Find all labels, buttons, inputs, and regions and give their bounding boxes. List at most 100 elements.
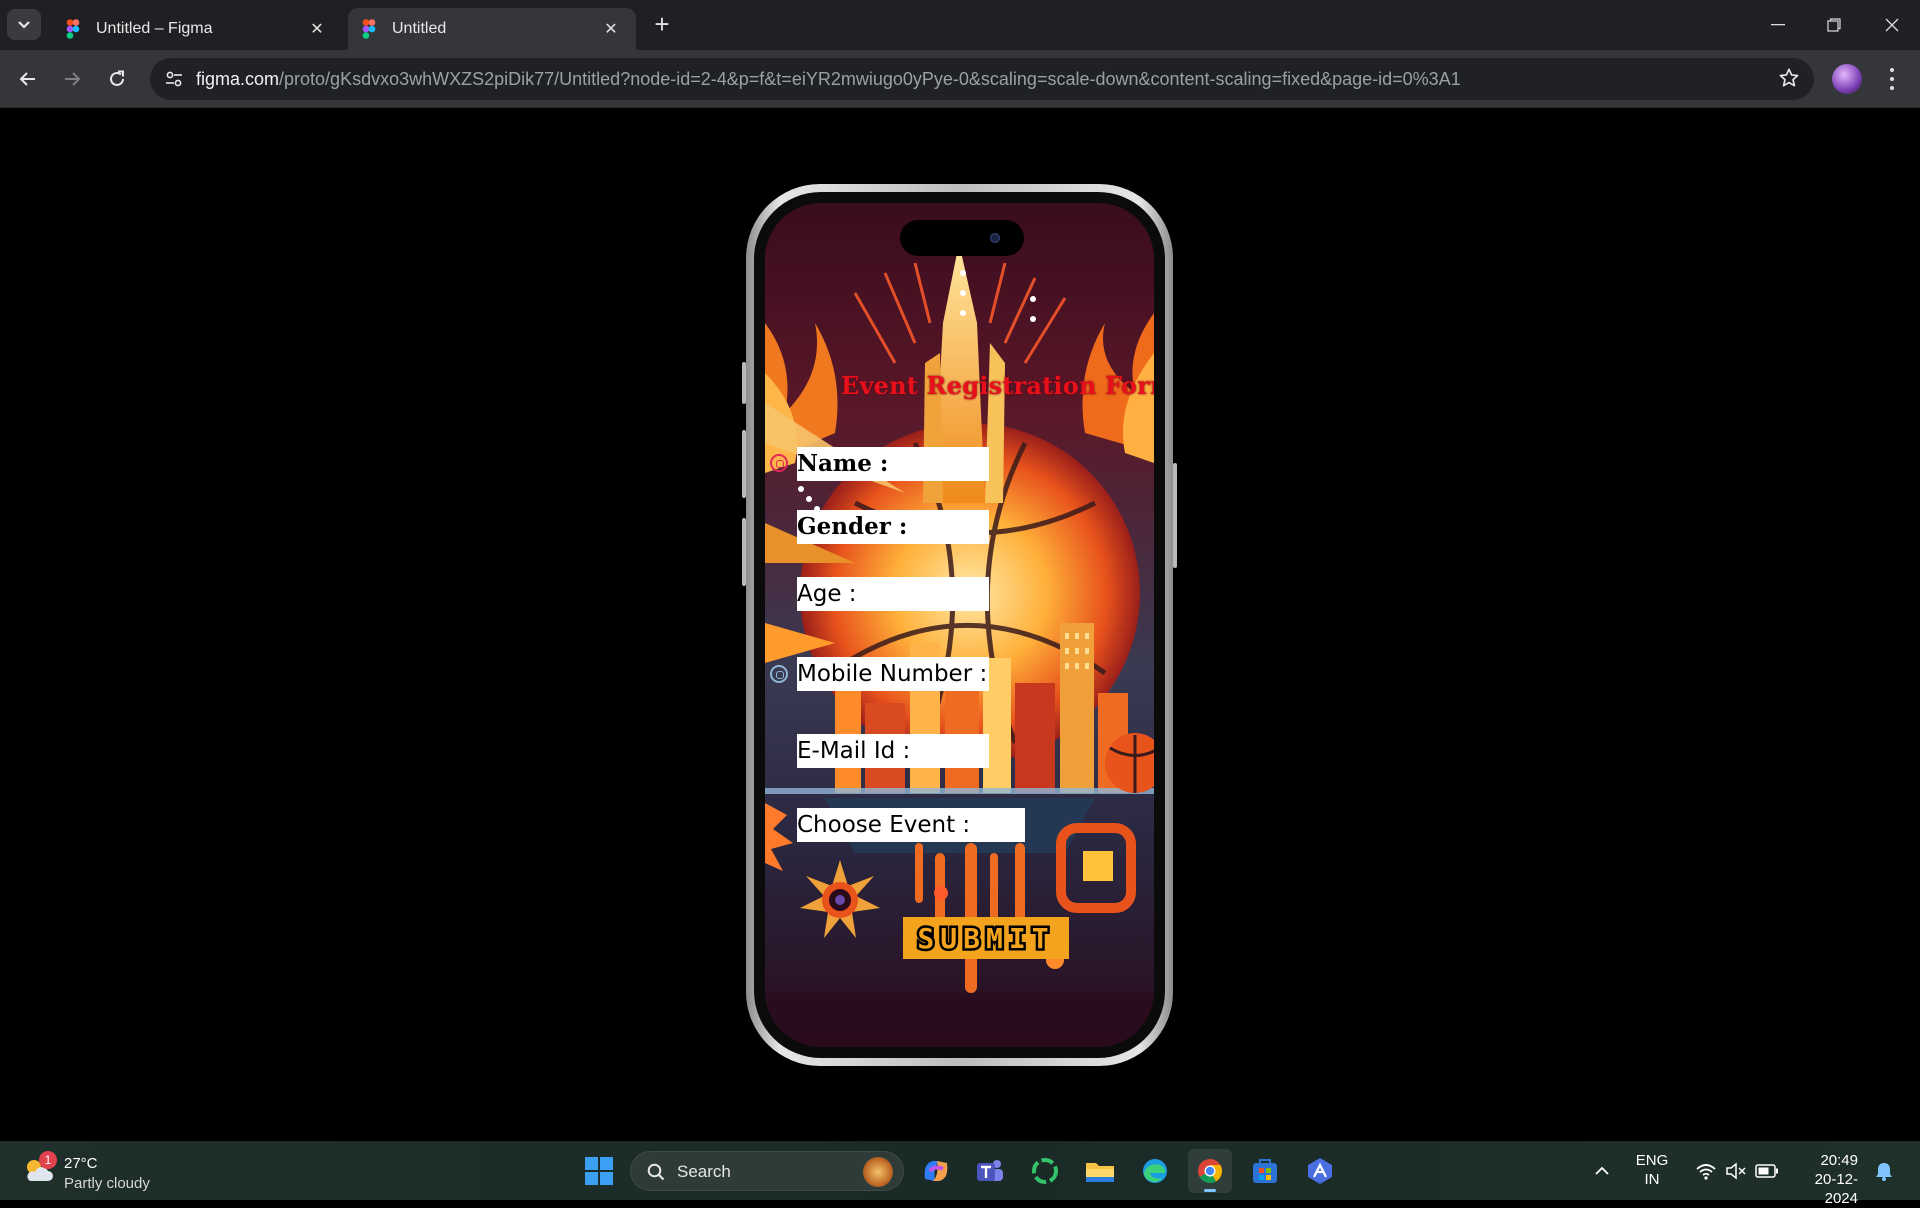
choose-event-field[interactable]: Choose Event : xyxy=(797,808,1025,842)
bookmark-button[interactable] xyxy=(1778,67,1800,94)
store-icon xyxy=(1253,1159,1277,1183)
tab-figma-editor[interactable]: Untitled – Figma ✕ xyxy=(52,8,342,50)
close-tab-icon[interactable]: ✕ xyxy=(306,18,328,40)
phone-volume-down-button xyxy=(742,518,746,586)
phone-bezel: Event Registration Form Name : Gender : … xyxy=(754,192,1165,1058)
figma-icon xyxy=(66,19,82,39)
chevron-down-icon xyxy=(18,20,30,29)
radio-icon[interactable] xyxy=(770,454,788,472)
quick-settings-button[interactable] xyxy=(1682,1149,1792,1193)
form-title: Event Registration Form xyxy=(841,371,1154,400)
battery-icon xyxy=(1755,1164,1778,1178)
system-clock[interactable]: 20:49 20-12-2024 xyxy=(1784,1151,1858,1208)
close-window-button[interactable] xyxy=(1872,8,1912,42)
gender-field[interactable]: Gender : xyxy=(797,510,989,544)
taskbar-search[interactable]: Search xyxy=(630,1151,904,1191)
clock-time: 20:49 xyxy=(1820,1152,1858,1169)
name-field[interactable]: Name : xyxy=(797,447,989,481)
age-field[interactable]: Age : xyxy=(797,577,989,611)
taskbar-app-chrome[interactable] xyxy=(1188,1149,1232,1193)
notification-badge: 1 xyxy=(39,1151,57,1169)
submit-button[interactable]: SUBMIT xyxy=(903,917,1069,959)
url-path: /proto/gKsdvxo3whWXZS2piDik77/Untitled?n… xyxy=(279,69,1461,89)
more-dot-icon xyxy=(1890,68,1894,73)
taskbar-app-teams[interactable] xyxy=(968,1149,1012,1193)
edge-icon xyxy=(1143,1159,1167,1183)
url-text: figma.com/proto/gKsdvxo3whWXZS2piDik77/U… xyxy=(196,69,1461,90)
wifi-icon xyxy=(1696,1164,1716,1180)
back-button[interactable] xyxy=(10,61,46,97)
language-code: ENG xyxy=(1635,1152,1669,1169)
search-label: Search xyxy=(677,1162,731,1181)
speaker-muted-icon xyxy=(1726,1162,1746,1180)
file-explorer-icon xyxy=(1086,1163,1114,1182)
browser-toolbar: figma.com/proto/gKsdvxo3whWXZS2piDik77/U… xyxy=(0,50,1920,108)
phone-volume-up-button xyxy=(742,430,746,498)
site-info-button[interactable] xyxy=(158,63,190,95)
input-language-indicator[interactable]: ENG IN xyxy=(1630,1151,1674,1189)
region-code: IN xyxy=(1644,1171,1660,1188)
submit-label: SUBMIT xyxy=(915,919,1055,957)
restore-icon xyxy=(1827,18,1841,32)
taskbar-app-copilot[interactable] xyxy=(914,1149,958,1193)
aura-app-icon xyxy=(1308,1158,1332,1184)
arrow-left-icon xyxy=(19,72,35,86)
teams-icon xyxy=(977,1160,1003,1181)
tab-strip: Untitled – Figma ✕ Untitled ✕ + xyxy=(0,0,1920,50)
bell-icon xyxy=(1876,1163,1892,1181)
taskbar-app-file-explorer[interactable] xyxy=(1078,1149,1122,1193)
clock-date: 20-12-2024 xyxy=(1814,1171,1858,1207)
star-icon xyxy=(1779,68,1799,87)
browser-menu-button[interactable] xyxy=(1880,66,1904,92)
search-icon xyxy=(647,1163,665,1181)
chrome-icon xyxy=(1198,1159,1223,1184)
reload-button[interactable] xyxy=(99,61,135,97)
reload-icon xyxy=(110,70,124,86)
figma-prototype-viewport: Event Registration Form Name : Gender : … xyxy=(0,109,1920,1141)
notifications-button[interactable] xyxy=(1866,1149,1902,1193)
tab-title: Untitled – Figma xyxy=(96,20,213,37)
mobile-number-field[interactable]: Mobile Number : xyxy=(797,657,989,691)
show-hidden-icons-button[interactable] xyxy=(1580,1149,1624,1193)
phone-power-button xyxy=(1173,463,1177,568)
more-dot-icon xyxy=(1890,76,1894,81)
windows-taskbar: 1 27°C Partly cloudy Search ENG IN 20:49… xyxy=(0,1141,1920,1207)
forward-button[interactable] xyxy=(54,61,90,97)
profile-avatar[interactable] xyxy=(1832,64,1862,94)
restore-button[interactable] xyxy=(1814,8,1854,42)
weather-condition: Partly cloudy xyxy=(64,1175,150,1192)
address-bar[interactable]: figma.com/proto/gKsdvxo3whWXZS2piDik77/U… xyxy=(150,58,1814,100)
arrow-right-icon xyxy=(65,72,81,86)
tune-icon xyxy=(166,71,182,87)
chat-app-icon xyxy=(1032,1158,1058,1184)
taskbar-app-circle[interactable] xyxy=(1023,1149,1067,1193)
minimize-button[interactable] xyxy=(1758,8,1798,42)
taskbar-app-edge[interactable] xyxy=(1133,1149,1177,1193)
more-dot-icon xyxy=(1890,85,1894,90)
tab-title: Untitled xyxy=(392,20,447,37)
close-icon xyxy=(1885,18,1899,32)
minimize-icon xyxy=(1771,24,1785,26)
weather-widget[interactable]: 1 27°C Partly cloudy xyxy=(22,1149,182,1193)
copilot-icon xyxy=(924,1161,948,1181)
chevron-up-icon xyxy=(1595,1166,1609,1175)
weather-temperature: 27°C xyxy=(64,1155,98,1172)
search-highlight-icon xyxy=(863,1157,893,1187)
taskbar-app-aura[interactable] xyxy=(1298,1149,1342,1193)
camera-icon xyxy=(990,233,1000,243)
dynamic-island xyxy=(900,220,1024,256)
email-field[interactable]: E-Mail Id : xyxy=(797,734,989,768)
figma-icon xyxy=(362,19,378,39)
url-host: figma.com xyxy=(196,69,280,89)
phone-action-button xyxy=(742,362,746,404)
new-tab-button[interactable]: + xyxy=(648,10,676,38)
tab-search-button[interactable] xyxy=(7,9,41,40)
close-tab-icon[interactable]: ✕ xyxy=(600,18,622,40)
tab-figma-prototype[interactable]: Untitled ✕ xyxy=(348,8,636,50)
radio-icon[interactable] xyxy=(770,665,788,683)
windows-logo-icon xyxy=(585,1157,613,1185)
start-button[interactable] xyxy=(577,1149,621,1193)
phone-frame: Event Registration Form Name : Gender : … xyxy=(742,184,1177,1066)
taskbar-app-store[interactable] xyxy=(1243,1149,1287,1193)
phone-screen: Event Registration Form Name : Gender : … xyxy=(765,203,1154,1047)
